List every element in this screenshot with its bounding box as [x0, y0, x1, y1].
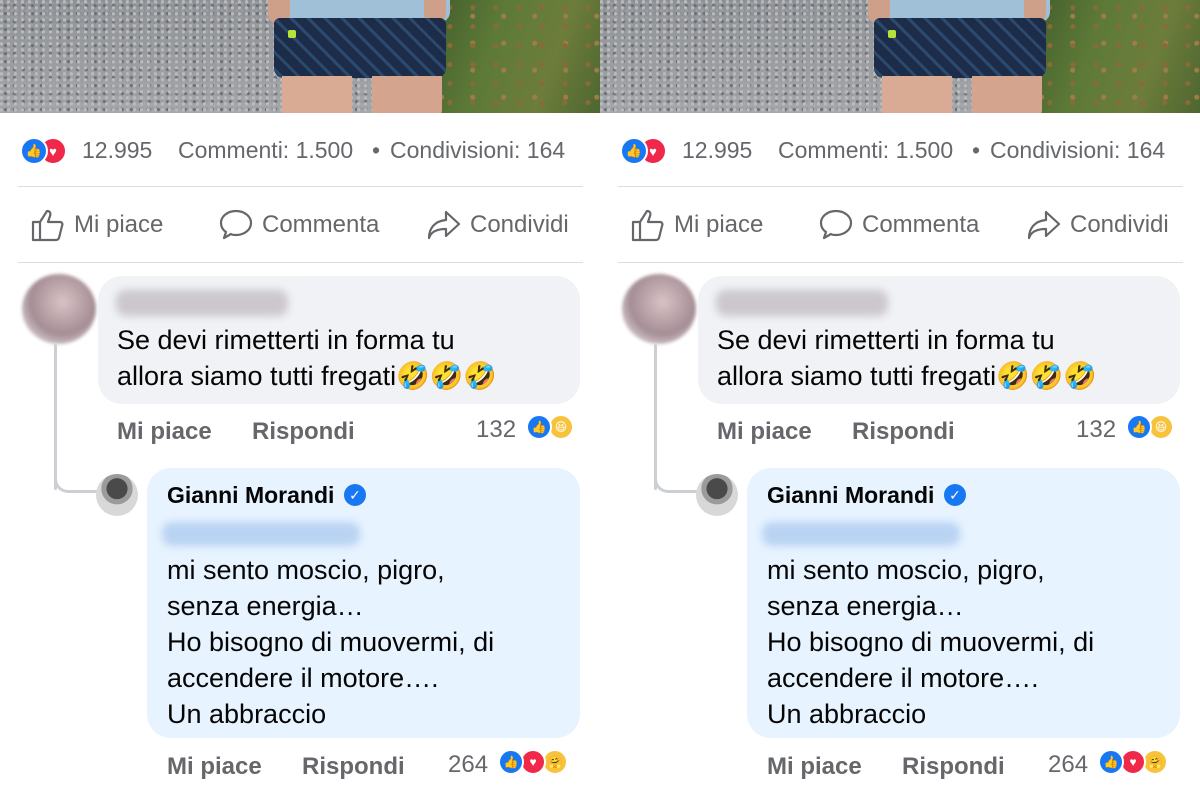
leg-left — [882, 76, 952, 113]
reply-reply-link[interactable]: Rispondi — [902, 753, 1005, 781]
stats-separator: • — [972, 137, 981, 163]
thread-line — [54, 344, 57, 490]
reply-author-name[interactable]: Gianni Morandi — [767, 482, 934, 509]
avatar-gianni-morandi[interactable] — [96, 474, 138, 516]
stats-separator: • — [372, 137, 381, 163]
divider — [18, 262, 583, 263]
reply-text: mi sento moscio, pigro, senza energia… H… — [767, 555, 1095, 729]
like-icon: 👍 — [498, 749, 524, 775]
comment-like-link[interactable]: Mi piace — [717, 418, 812, 446]
avatar-blurred[interactable] — [22, 274, 96, 344]
comment-button-label: Commenta — [262, 211, 380, 238]
author-name-blurred[interactable] — [116, 290, 288, 316]
share-icon — [1027, 210, 1061, 240]
comment-icon — [219, 209, 253, 240]
divider — [618, 262, 1183, 263]
shorts-logo — [288, 30, 296, 38]
like-button-label: Mi piace — [674, 211, 764, 238]
comment-text: Se devi rimetterti in forma tu allora si… — [717, 325, 1097, 391]
share-button-label: Condividi — [1070, 211, 1169, 238]
comment-icon — [819, 209, 853, 240]
comment-text: Se devi rimetterti in forma tu allora si… — [117, 325, 497, 391]
comments-count[interactable]: Commenti: 1.500 — [178, 137, 353, 164]
shorts-logo — [888, 30, 896, 38]
like-button[interactable]: Mi piace — [630, 205, 763, 245]
verified-badge-icon: ✓ — [344, 484, 366, 506]
like-icon: 👍 — [526, 414, 552, 440]
reply-reaction-count[interactable]: 264 — [448, 751, 488, 779]
likes-count[interactable]: 12.995 — [682, 137, 752, 164]
share-button[interactable]: Condividi — [1026, 205, 1169, 245]
avatar-blurred[interactable] — [622, 274, 696, 344]
like-icon: 👍 — [1126, 414, 1152, 440]
tagged-name-blurred[interactable] — [162, 522, 360, 546]
comment-reaction-count[interactable]: 132 — [1076, 416, 1116, 444]
like-button-label: Mi piace — [74, 211, 164, 238]
reply-text: mi sento moscio, pigro, senza energia… H… — [167, 555, 495, 729]
comment-reactions[interactable]: 👍 😆 — [1126, 414, 1182, 442]
like-icon: 👍 — [20, 137, 48, 165]
reply-like-link[interactable]: Mi piace — [167, 753, 262, 781]
running-shorts — [874, 18, 1046, 78]
like-icon: 👍 — [1098, 749, 1124, 775]
shares-count[interactable]: Condivisioni: 164 — [990, 137, 1165, 164]
reply-author-name[interactable]: Gianni Morandi — [167, 482, 334, 509]
leg-right — [972, 76, 1042, 113]
comments-count[interactable]: Commenti: 1.500 — [778, 137, 953, 164]
reaction-summary[interactable]: 👍 ♥ — [20, 137, 76, 165]
divider — [18, 186, 583, 187]
comment-reaction-count[interactable]: 132 — [476, 416, 516, 444]
thread-connector — [654, 475, 697, 493]
reply-reactions[interactable]: 👍 ♥ 🤗 — [1098, 749, 1182, 777]
reaction-summary[interactable]: 👍 ♥ — [620, 137, 676, 165]
comment-button[interactable]: Commenta — [818, 205, 979, 245]
comment-reactions[interactable]: 👍 😆 — [526, 414, 582, 442]
thumbs-up-icon — [631, 209, 664, 242]
like-icon: 👍 — [620, 137, 648, 165]
post-panel-left: 👍 ♥ 12.995 Commenti: 1.500 • Condivision… — [0, 0, 600, 800]
post-panel-right: 👍 ♥ 12.995 Commenti: 1.500 • Condivision… — [600, 0, 1200, 800]
share-button[interactable]: Condividi — [426, 205, 569, 245]
post-stats: 👍 ♥ 12.995 Commenti: 1.500 • Condivision… — [20, 134, 585, 166]
shares-count[interactable]: Condivisioni: 164 — [390, 137, 565, 164]
post-photo[interactable] — [600, 0, 1200, 113]
comment-like-link[interactable]: Mi piace — [117, 418, 212, 446]
divider — [618, 186, 1183, 187]
leg-right — [372, 76, 442, 113]
post-photo[interactable] — [0, 0, 600, 113]
comment-button[interactable]: Commenta — [218, 205, 379, 245]
tagged-name-blurred[interactable] — [762, 522, 960, 546]
reply-like-link[interactable]: Mi piace — [767, 753, 862, 781]
thread-line — [654, 344, 657, 490]
like-button[interactable]: Mi piace — [30, 205, 163, 245]
verified-badge-icon: ✓ — [944, 484, 966, 506]
comment-reply-link[interactable]: Rispondi — [252, 418, 355, 446]
share-button-label: Condividi — [470, 211, 569, 238]
post-stats: 👍 ♥ 12.995 Commenti: 1.500 • Condivision… — [620, 134, 1185, 166]
author-name-blurred[interactable] — [716, 290, 888, 316]
running-shorts — [274, 18, 446, 78]
comment-reply-link[interactable]: Rispondi — [852, 418, 955, 446]
reply-reaction-count[interactable]: 264 — [1048, 751, 1088, 779]
reply-reply-link[interactable]: Rispondi — [302, 753, 405, 781]
leg-left — [282, 76, 352, 113]
likes-count[interactable]: 12.995 — [82, 137, 152, 164]
comment-button-label: Commenta — [862, 211, 980, 238]
thumbs-up-icon — [31, 209, 64, 242]
thread-connector — [54, 475, 97, 493]
avatar-gianni-morandi[interactable] — [696, 474, 738, 516]
reply-reactions[interactable]: 👍 ♥ 🤗 — [498, 749, 582, 777]
share-icon — [427, 210, 461, 240]
